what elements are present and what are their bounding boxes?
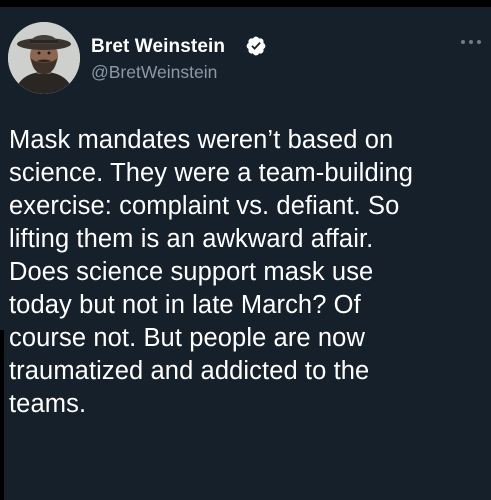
tweet-screenshot: Bret Weinstein @BretWeinstein Mask manda… — [0, 0, 491, 500]
top-edge-bar — [0, 0, 491, 7]
left-edge-bar — [0, 330, 4, 500]
avatar[interactable] — [8, 22, 80, 94]
author-handle[interactable]: @BretWeinstein — [91, 62, 217, 83]
tweet-text: Mask mandates weren’t based on science. … — [9, 126, 414, 418]
avatar-photo-icon — [8, 22, 80, 94]
more-options-icon[interactable] — [459, 36, 483, 48]
verified-badge-icon — [246, 36, 266, 56]
author-display-name[interactable]: Bret Weinstein — [91, 36, 225, 58]
